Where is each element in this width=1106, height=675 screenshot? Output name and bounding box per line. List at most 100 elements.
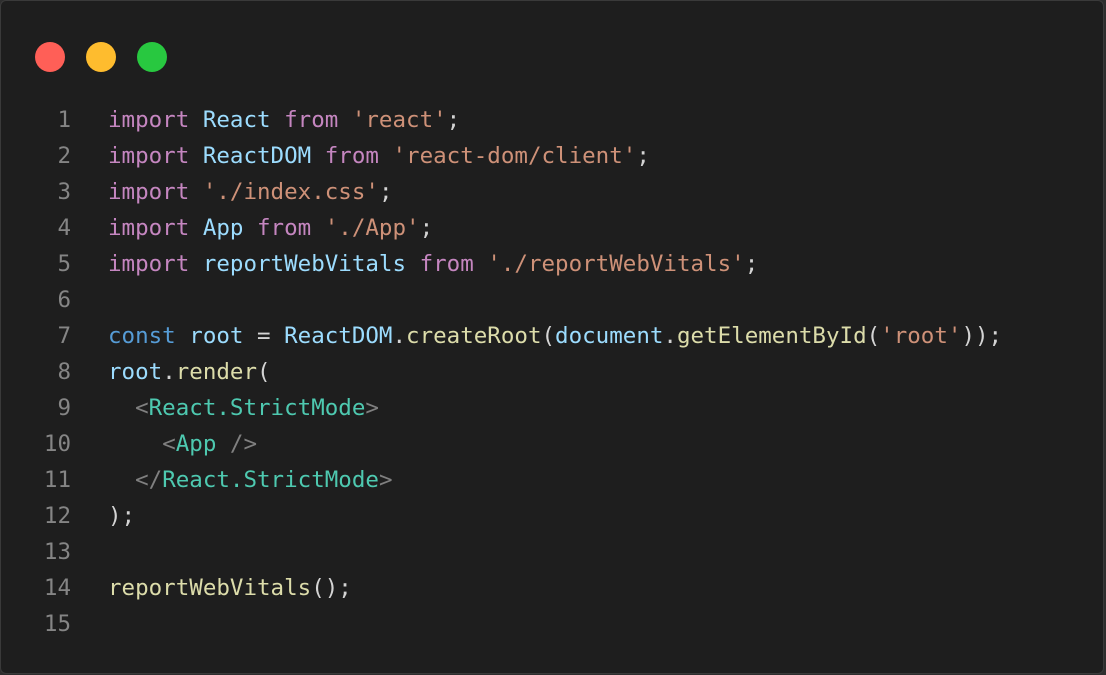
code-token: < — [135, 395, 149, 421]
code-token: </ — [135, 467, 163, 493]
line-number: 11 — [43, 467, 71, 493]
code-line: 7 const root = ReactDOM.createRoot(docume… — [1, 318, 1103, 354]
code-token: < — [162, 431, 176, 457]
code-line: 11 </React.StrictMode> — [1, 462, 1103, 498]
code-token: . — [392, 323, 407, 349]
code-token: ReactDOM — [202, 143, 312, 169]
code-token: App — [175, 431, 217, 457]
code-line: 13 — [1, 534, 1103, 570]
code-line: 8 root.render( — [1, 354, 1103, 390]
code-token: > — [365, 395, 379, 421]
code-token: import — [108, 251, 190, 277]
line-number: 7 — [57, 323, 71, 349]
line-source: root.render( — [108, 354, 271, 390]
code-token: ; — [636, 143, 650, 169]
code-editor[interactable]: 1 import React from 'react'; 2 import React… — [1, 102, 1103, 642]
line-source: <React.StrictMode> — [108, 390, 379, 426]
code-token: import — [108, 143, 190, 169]
code-token: render — [175, 359, 258, 385]
code-token: reportWebVitals — [108, 575, 312, 601]
line-number: 14 — [43, 575, 71, 601]
code-token: (); — [311, 575, 352, 601]
zoom-button[interactable] — [137, 42, 167, 72]
line-source: import App from './App'; — [108, 210, 433, 246]
code-line: 3 import './index.css'; — [1, 174, 1103, 210]
line-number: 2 — [57, 143, 71, 169]
line-source: <App /> — [108, 426, 257, 462]
minimize-button[interactable] — [86, 42, 116, 72]
code-token: import — [108, 179, 190, 205]
code-token: React.StrictMode — [148, 395, 366, 421]
code-line: 2 import ReactDOM from 'react-dom/client'… — [1, 138, 1103, 174]
code-token: './index.css' — [202, 179, 379, 205]
code-window: 1 import React from 'react'; 2 import React… — [0, 0, 1104, 674]
code-token: document — [555, 323, 664, 349]
code-token: ; — [378, 179, 393, 205]
code-token: import — [108, 215, 190, 241]
line-number: 4 — [57, 215, 71, 241]
code-line: 5 import reportWebVitals from './reportWe… — [1, 246, 1103, 282]
code-token: reportWebVitals — [202, 251, 407, 277]
code-line: 4 import App from './App'; — [1, 210, 1103, 246]
code-line: 9 <React.StrictMode> — [1, 390, 1103, 426]
code-token: ( — [866, 323, 881, 349]
traffic-lights — [35, 42, 167, 72]
code-token: from — [419, 251, 474, 277]
line-number: 8 — [57, 359, 71, 385]
code-token: createRoot — [406, 323, 542, 349]
code-token: )); — [961, 323, 1003, 349]
line-source: import ReactDOM from 'react-dom/client'; — [108, 138, 650, 174]
code-token: ( — [541, 323, 556, 349]
code-token: ; — [446, 107, 461, 133]
code-token: root — [108, 359, 163, 385]
code-line: 10 <App /> — [1, 426, 1103, 462]
code-token: 'react' — [351, 107, 447, 133]
code-token: from — [257, 215, 312, 241]
code-token: > — [378, 467, 393, 493]
close-button[interactable] — [35, 42, 65, 72]
line-source: ); — [108, 498, 135, 534]
line-number: 6 — [57, 287, 71, 313]
code-token: ); — [108, 503, 136, 529]
code-token: React — [202, 107, 271, 133]
code-token: './reportWebVitals' — [487, 251, 745, 277]
code-token: ; — [419, 215, 434, 241]
code-line: 12); — [1, 498, 1103, 534]
code-token: ( — [257, 359, 271, 385]
line-source: </React.StrictMode> — [108, 462, 392, 498]
code-token: /> — [229, 431, 258, 457]
line-source: const root = ReactDOM.createRoot(documen… — [108, 318, 1002, 354]
code-token: root — [189, 323, 244, 349]
code-token: . — [162, 359, 176, 385]
code-token: 'root' — [880, 323, 962, 349]
code-token: = — [243, 323, 285, 349]
line-number: 13 — [43, 539, 71, 565]
line-number: 15 — [43, 611, 71, 637]
code-line: 14 reportWebVitals(); — [1, 570, 1103, 606]
code-token: const — [108, 323, 176, 349]
code-token: App — [202, 215, 244, 241]
code-token: from — [284, 107, 339, 133]
line-source: reportWebVitals(); — [108, 570, 352, 606]
code-token: React.StrictMode — [162, 467, 379, 493]
line-number: 10 — [43, 431, 71, 457]
line-number: 9 — [57, 395, 71, 421]
code-token: getElementById — [676, 323, 867, 349]
code-token: 'react-dom/client' — [392, 143, 637, 169]
code-line: 6 — [1, 282, 1103, 318]
line-source: import reportWebVitals from './reportWeb… — [108, 246, 758, 282]
code-token: . — [663, 323, 677, 349]
